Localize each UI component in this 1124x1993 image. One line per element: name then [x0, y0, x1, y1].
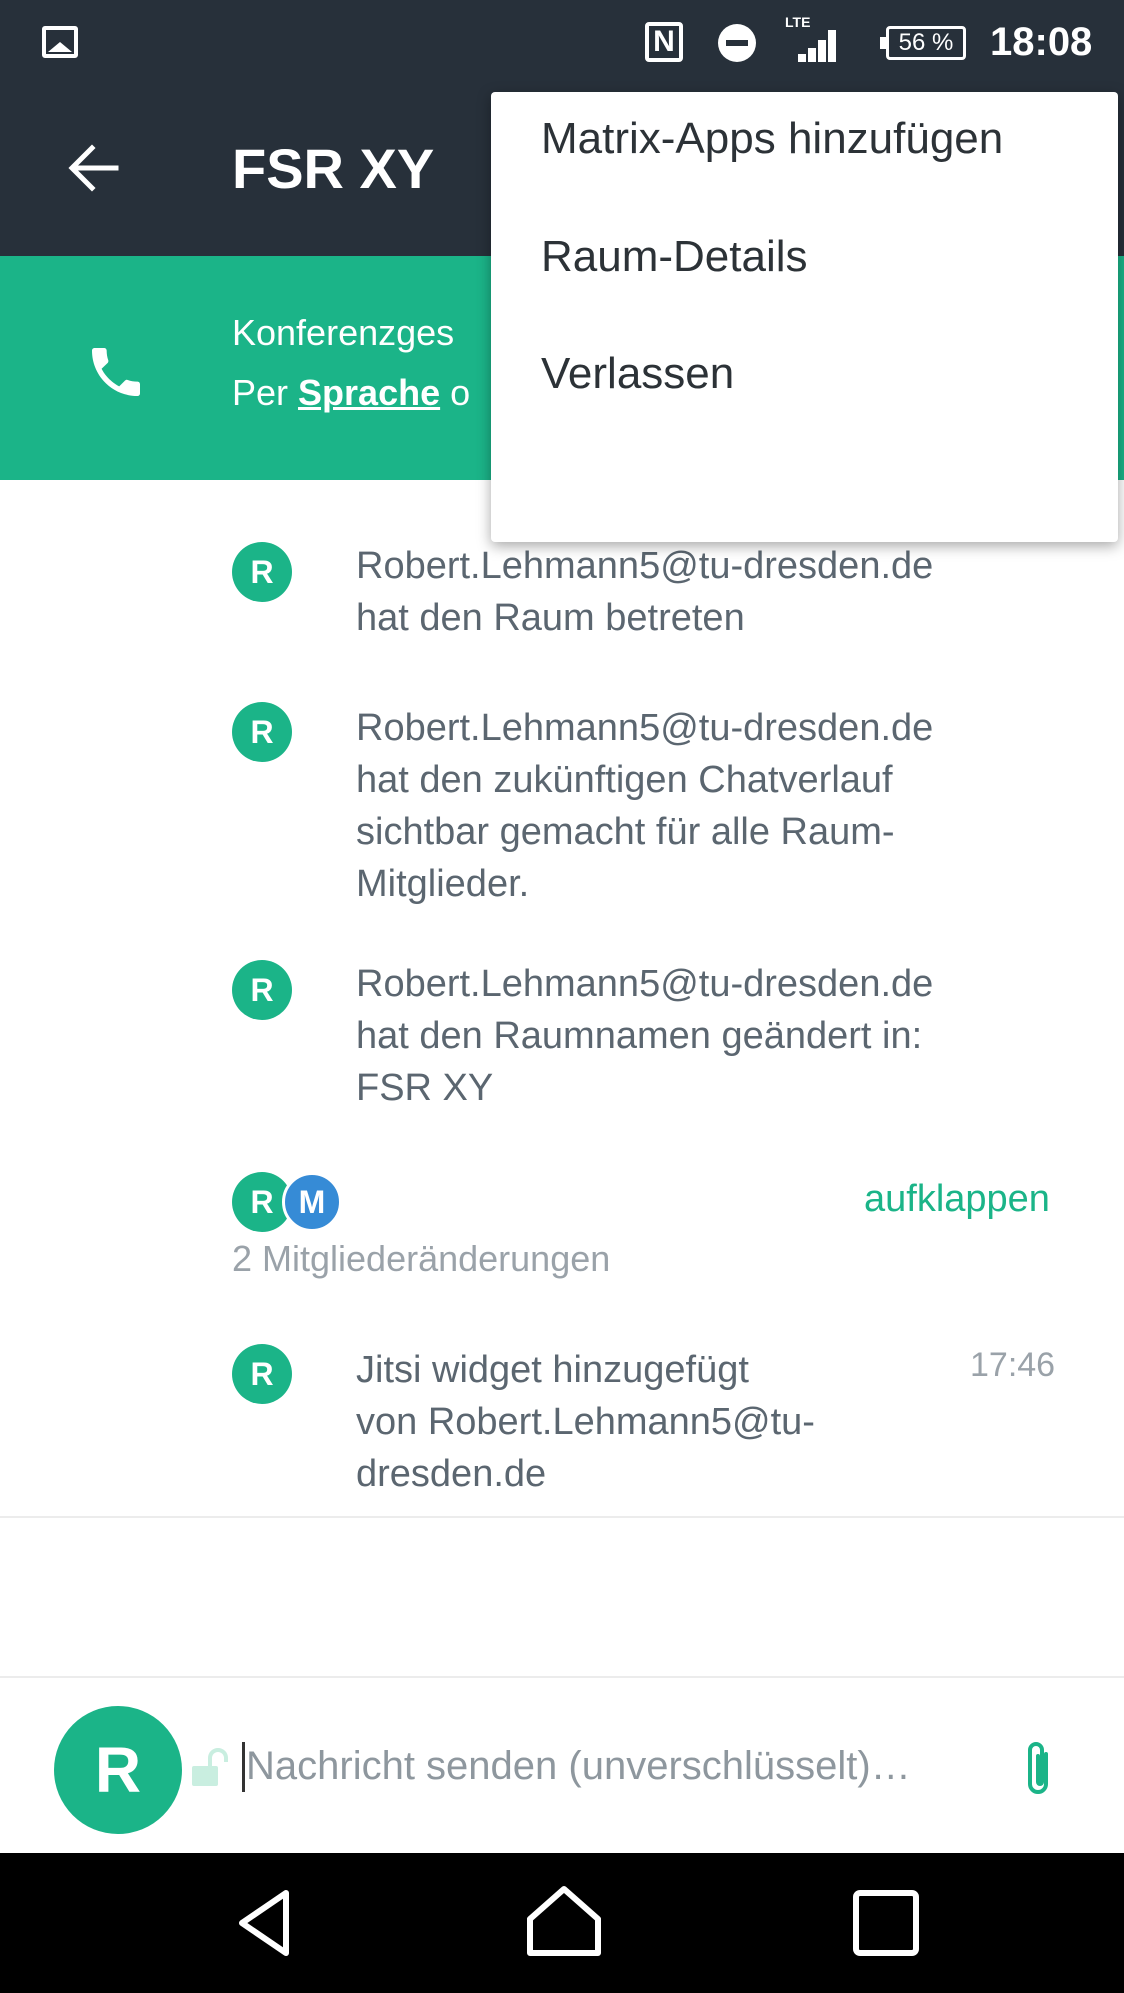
- banner-subtitle: Per Sprache o: [232, 372, 470, 414]
- event-line: Mitglieder.: [356, 863, 530, 905]
- avatar[interactable]: M: [282, 1172, 342, 1232]
- event-line: Jitsi widget hinzugefügt: [356, 1349, 749, 1391]
- unlocked-icon: [192, 1748, 228, 1786]
- banner-title: Konferenzges: [232, 312, 455, 353]
- timeline-event: Robert.Lehmann5@tu-dresden.de hat den zu…: [356, 702, 1046, 910]
- battery-indicator: 56 %: [880, 26, 966, 60]
- attachment-icon[interactable]: [1018, 1740, 1058, 1804]
- voice-call-link[interactable]: Sprache: [298, 372, 440, 413]
- phone-icon: [92, 348, 140, 396]
- network-type-label: LTE: [785, 14, 811, 30]
- message-input[interactable]: [246, 1736, 966, 1796]
- user-avatar[interactable]: R: [54, 1706, 182, 1834]
- event-line: Robert.Lehmann5@tu-dresden.de: [356, 545, 934, 587]
- timeline-event: Robert.Lehmann5@tu-dresden.de hat den Ra…: [356, 540, 1046, 644]
- room-title[interactable]: FSR XY: [232, 136, 434, 201]
- status-time: 18:08: [990, 20, 1093, 64]
- banner-suffix: o: [440, 372, 471, 413]
- event-line: Robert.Lehmann5@tu-dresden.de: [356, 963, 934, 1005]
- avatar[interactable]: R: [232, 542, 292, 602]
- event-line: sichtbar gemacht für alle Raum-: [356, 811, 895, 853]
- overflow-menu: Matrix-Apps hinzufügen Raum-Details Verl…: [491, 92, 1118, 542]
- nfc-icon: N: [645, 22, 683, 62]
- nav-back-icon[interactable]: [226, 1883, 306, 1963]
- event-timestamp: 17:46: [970, 1346, 1056, 1384]
- event-line: dresden.de: [356, 1453, 547, 1495]
- timeline-event: Robert.Lehmann5@tu-dresden.de hat den Ra…: [356, 958, 1046, 1114]
- event-line: von Robert.Lehmann5@tu-: [356, 1401, 815, 1443]
- menu-item-add-matrix-apps[interactable]: Matrix-Apps hinzufügen: [541, 114, 1003, 164]
- nav-recents-icon[interactable]: [850, 1887, 922, 1959]
- event-line: hat den zukünftigen Chatverlauf: [356, 759, 893, 801]
- event-line: FSR XY: [356, 1067, 494, 1109]
- nav-home-icon[interactable]: [522, 1881, 606, 1965]
- avatar[interactable]: R: [232, 702, 292, 762]
- expand-link[interactable]: aufklappen: [864, 1178, 1050, 1221]
- divider: [0, 1516, 1124, 1518]
- event-line: hat den Raumnamen geändert in:: [356, 1015, 923, 1057]
- avatar[interactable]: R: [232, 960, 292, 1020]
- gallery-notification-icon: [42, 26, 78, 58]
- event-line: hat den Raum betreten: [356, 597, 745, 639]
- status-bar: N LTE 56 % 18:08: [0, 0, 1124, 82]
- signal-strength-icon: [790, 30, 838, 62]
- member-changes-summary: 2 Mitgliederänderungen: [232, 1238, 611, 1279]
- avatar[interactable]: R: [232, 1344, 292, 1404]
- menu-item-leave[interactable]: Verlassen: [541, 349, 734, 399]
- system-navigation-bar: [0, 1853, 1124, 1993]
- menu-item-room-details[interactable]: Raum-Details: [541, 232, 808, 282]
- event-line: Robert.Lehmann5@tu-dresden.de: [356, 707, 934, 749]
- banner-prefix: Per: [232, 372, 299, 413]
- do-not-disturb-icon: [718, 24, 756, 62]
- divider: [0, 1676, 1124, 1678]
- timeline-event: Jitsi widget hinzugefügt von Robert.Lehm…: [356, 1344, 916, 1500]
- back-arrow-icon[interactable]: [66, 140, 122, 196]
- text-cursor: [242, 1742, 245, 1792]
